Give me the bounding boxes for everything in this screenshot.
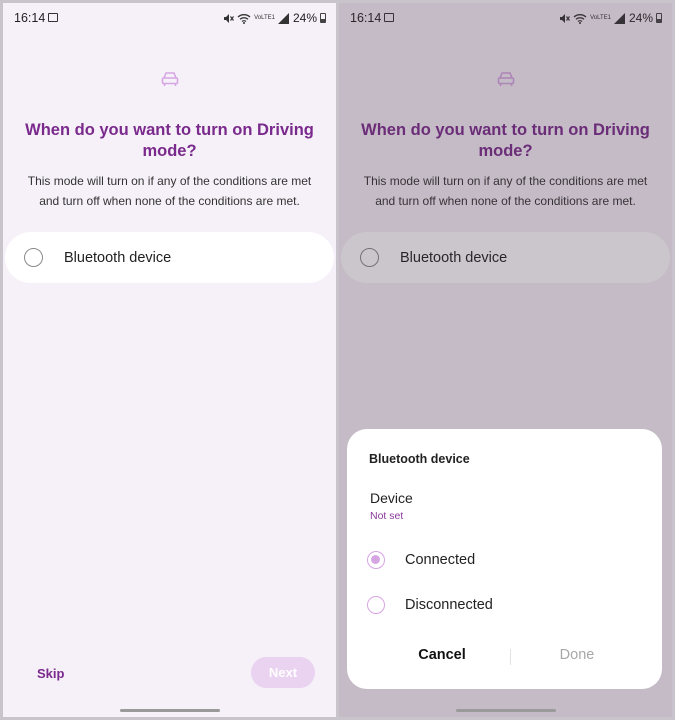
status-time: 16:14	[14, 11, 46, 25]
home-indicator[interactable]	[455, 709, 556, 712]
skip-button[interactable]: Skip	[37, 666, 64, 681]
button-divider	[510, 649, 511, 665]
device-setting-label[interactable]: Device	[370, 490, 413, 506]
bluetooth-device-option[interactable]: Bluetooth device	[5, 232, 334, 283]
dialog-title: Bluetooth device	[369, 452, 470, 466]
bluetooth-radio[interactable]	[24, 248, 43, 267]
battery-percent: 24%	[292, 11, 317, 25]
next-button[interactable]: Next	[251, 657, 315, 688]
car-icon	[161, 72, 179, 86]
connected-option[interactable]: Connected	[367, 551, 475, 569]
setup-screen: 16:14 VoLTE1 24% When do you want to tur…	[3, 3, 336, 717]
done-button[interactable]: Done	[542, 647, 612, 663]
cancel-button[interactable]: Cancel	[407, 647, 477, 663]
battery-icon	[320, 13, 326, 23]
page-title: When do you want to turn on Driving mode…	[25, 121, 314, 160]
disconnected-radio[interactable]	[367, 596, 385, 614]
status-bar: 16:14 VoLTE1 24%	[3, 11, 336, 27]
gallery-icon	[48, 13, 58, 22]
network-label: VoLTE1	[254, 15, 275, 21]
device-setting-value: Not set	[370, 510, 404, 522]
wifi-icon	[237, 13, 251, 24]
connected-radio[interactable]	[367, 551, 385, 569]
signal-icon	[277, 12, 289, 24]
bluetooth-option-label: Bluetooth device	[64, 249, 172, 266]
connected-label: Connected	[405, 552, 476, 568]
bluetooth-dialog: Bluetooth device Device Not set Connecte…	[347, 429, 662, 689]
disconnected-label: Disconnected	[405, 597, 493, 613]
page-description: This mode will turn on if any of the con…	[27, 174, 312, 208]
setup-screen-with-dialog: 16:14 VoLTE1 24% When do you want to tur…	[339, 3, 672, 717]
home-indicator[interactable]	[119, 709, 220, 712]
mute-icon	[224, 13, 235, 23]
disconnected-option[interactable]: Disconnected	[367, 596, 493, 614]
